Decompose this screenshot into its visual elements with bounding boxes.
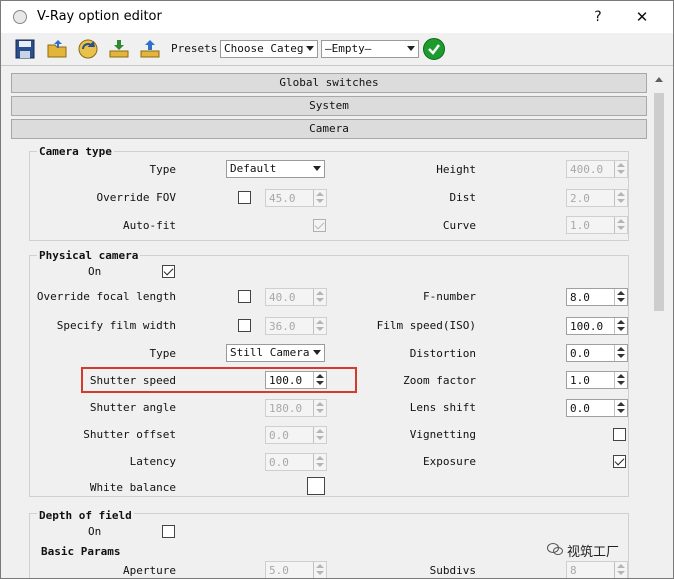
height-label: Height: [436, 163, 476, 176]
export-icon[interactable]: [139, 38, 161, 60]
watermark-text: 视筑工厂: [567, 545, 620, 560]
aperture-spinner[interactable]: 5.0: [265, 561, 327, 578]
app-icon: [13, 10, 27, 24]
override-focal-length-label: Override focal length: [36, 290, 176, 303]
window-title: V-Ray option editor: [37, 9, 162, 24]
subdivs-spinner[interactable]: 8: [566, 561, 628, 578]
watermark-logo-icon: [547, 543, 563, 555]
rollout-camera[interactable]: Camera: [11, 119, 647, 139]
save-icon[interactable]: [14, 38, 36, 60]
dist-label: Dist: [449, 191, 477, 204]
dof-on-checkbox[interactable]: [162, 525, 175, 538]
f-number-spinner[interactable]: 8.0: [566, 288, 628, 306]
dist-spinner[interactable]: 2.0: [566, 189, 628, 207]
chevron-down-icon: [313, 350, 321, 355]
physical-camera-title: Physical camera: [37, 249, 141, 262]
curve-label: Curve: [442, 219, 476, 232]
import-icon[interactable]: [108, 38, 130, 60]
exposure-checkbox[interactable]: [613, 455, 626, 468]
film-speed-label: Film speed(ISO): [376, 319, 476, 332]
apply-checkmark-button[interactable]: [423, 38, 445, 60]
override-fov-label: Override FOV: [96, 191, 176, 204]
camera-type-title: Camera type: [37, 145, 114, 158]
chevron-down-icon: [313, 166, 321, 171]
curve-spinner[interactable]: 1.0: [566, 216, 628, 234]
latency-spinner[interactable]: 0.0: [265, 453, 327, 471]
depth-of-field-title: Depth of field: [37, 509, 134, 522]
shutter-angle-spinner[interactable]: 180.0: [265, 399, 327, 417]
camera-type-label: Type: [149, 163, 177, 176]
lens-shift-spinner[interactable]: 0.0: [566, 399, 628, 417]
shutter-offset-spinner[interactable]: 0.0: [265, 426, 327, 444]
scroll-up-icon[interactable]: [655, 77, 663, 82]
toolbar: Presets: Choose Category —Empty—: [1, 33, 673, 66]
physical-camera-on-checkbox[interactable]: [162, 265, 175, 278]
white-balance-swatch[interactable]: [307, 477, 325, 495]
shutter-offset-label: Shutter offset: [83, 428, 176, 441]
close-button[interactable]: ✕: [628, 5, 656, 29]
physical-type-combo[interactable]: Still Camera: [226, 344, 325, 362]
override-fov-spinner[interactable]: 45.0: [265, 189, 327, 207]
presets-label: Presets:: [171, 42, 224, 55]
override-fov-checkbox[interactable]: [238, 191, 251, 204]
height-spinner[interactable]: 400.0: [566, 160, 628, 178]
physical-camera-on-label: On: [88, 265, 102, 278]
vertical-scrollbar[interactable]: [651, 73, 667, 578]
preset-combo[interactable]: —Empty—: [321, 40, 419, 58]
film-width-spinner[interactable]: 36.0: [265, 317, 327, 335]
shutter-speed-highlight: [81, 367, 357, 393]
checkmark-icon: [428, 44, 440, 55]
shutter-angle-label: Shutter angle: [89, 401, 176, 414]
camera-type-combo[interactable]: Default: [226, 160, 325, 178]
aperture-label: Aperture: [123, 564, 176, 577]
help-button[interactable]: ?: [584, 5, 612, 29]
category-combo[interactable]: Choose Category: [220, 40, 318, 58]
basic-params-title: Basic Params: [39, 545, 123, 558]
f-number-label: F-number: [423, 290, 476, 303]
override-focal-length-checkbox[interactable]: [238, 290, 251, 303]
physical-type-label: Type: [149, 347, 177, 360]
distortion-spinner[interactable]: 0.0: [566, 344, 628, 362]
rollout-system[interactable]: System: [11, 96, 647, 116]
vignetting-label: Vignetting: [409, 428, 476, 441]
exposure-label: Exposure: [423, 455, 476, 468]
options-panel: Global switches System Camera Camera typ…: [11, 73, 649, 578]
specify-film-width-label: Specify film width: [56, 319, 176, 332]
open-folder-icon[interactable]: [46, 38, 68, 60]
rollout-global-switches[interactable]: Global switches: [11, 73, 647, 93]
latency-label: Latency: [129, 455, 176, 468]
chevron-down-icon: [407, 46, 415, 51]
title-bar: V-Ray option editor ? ✕: [1, 1, 673, 33]
focal-length-spinner[interactable]: 40.0: [265, 288, 327, 306]
zoom-factor-label: Zoom factor: [403, 374, 476, 387]
refresh-icon[interactable]: [77, 38, 99, 60]
film-speed-spinner[interactable]: 100.0: [566, 317, 628, 335]
subdivs-label: Subdivs: [429, 564, 476, 577]
distortion-label: Distortion: [409, 347, 476, 360]
specify-film-width-checkbox[interactable]: [238, 319, 251, 332]
auto-fit-checkbox[interactable]: [313, 219, 326, 232]
zoom-factor-spinner[interactable]: 1.0: [566, 371, 628, 389]
auto-fit-label: Auto-fit: [123, 219, 176, 232]
chevron-down-icon: [306, 46, 314, 51]
scrollbar-thumb[interactable]: [654, 93, 664, 311]
vignetting-checkbox[interactable]: [613, 428, 626, 441]
dof-on-label: On: [88, 525, 102, 538]
lens-shift-label: Lens shift: [409, 401, 476, 414]
white-balance-label: White balance: [89, 481, 176, 494]
vray-option-editor-window: V-Ray option editor ? ✕ Presets: Choose …: [0, 0, 674, 579]
